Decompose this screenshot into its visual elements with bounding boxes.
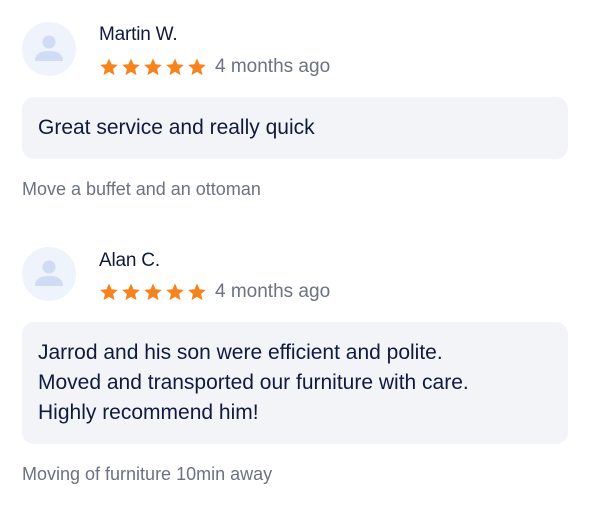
- star-icon: [144, 283, 162, 301]
- star-icon: [122, 58, 140, 76]
- review-text: Jarrod and his son were efficient and po…: [22, 322, 568, 444]
- avatar: [22, 22, 76, 76]
- review-text: Great service and really quick: [22, 97, 568, 159]
- review-text-line: Great service and really quick: [38, 116, 315, 139]
- reviewer-name: Alan C.: [99, 250, 160, 271]
- rating-row: 4 months ago: [99, 55, 330, 79]
- star-icon: [100, 58, 118, 76]
- star-icon: [188, 283, 206, 301]
- review-time: 4 months ago: [215, 56, 331, 77]
- review-time: 4 months ago: [215, 281, 331, 302]
- rating-row: 4 months ago: [99, 280, 330, 304]
- star-rating: [99, 282, 207, 302]
- service-description: Moving of furniture 10min away: [22, 464, 273, 484]
- star-icon: [166, 283, 184, 301]
- user-avatar-icon: [35, 260, 63, 286]
- star-icon: [144, 58, 162, 76]
- star-icon: [188, 58, 206, 76]
- service-description: Move a buffet and an ottoman: [22, 179, 261, 199]
- star-icon: [100, 283, 118, 301]
- review-text-line: Moved and transported our furniture with…: [38, 371, 469, 394]
- user-avatar-icon: [35, 35, 63, 61]
- star-icon: [122, 283, 140, 301]
- reviewer-name: Martin W.: [99, 24, 178, 45]
- star-rating: [99, 57, 207, 77]
- review-text-line: Jarrod and his son were efficient and po…: [38, 341, 443, 364]
- review-text-line: Highly recommend him!: [38, 401, 259, 424]
- star-icon: [166, 58, 184, 76]
- avatar: [22, 247, 76, 301]
